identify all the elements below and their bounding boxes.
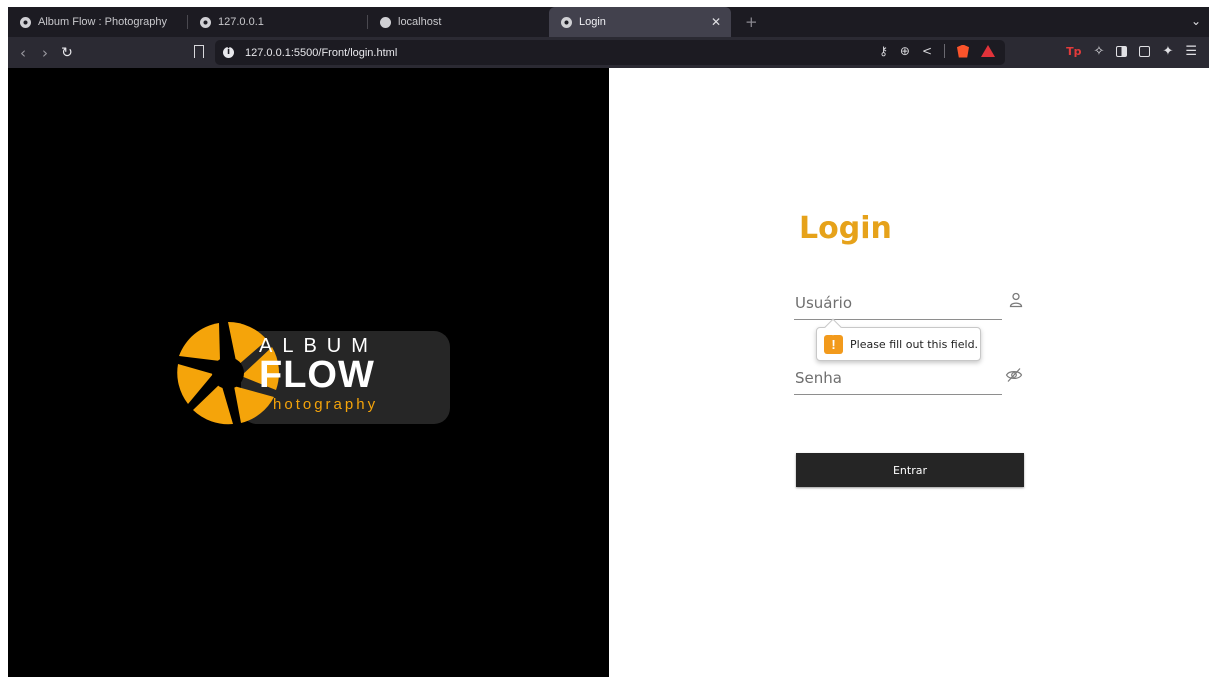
browser-nav-bar: ‹ › ↻ i 127.0.0.1:5500/Front/login.html …	[8, 37, 1209, 68]
menu-icon[interactable]: ☰	[1185, 44, 1197, 59]
user-icon	[1009, 292, 1023, 308]
globe-icon	[200, 16, 211, 28]
wallet-icon[interactable]	[1139, 46, 1151, 57]
browser-tab-bar: Album Flow : Photography 127.0.0.1 local…	[8, 7, 1209, 37]
key-icon[interactable]: ⚷	[879, 44, 888, 58]
password-input[interactable]	[794, 361, 1002, 394]
extensions-puzzle-icon[interactable]: ✧	[1094, 44, 1105, 59]
divider	[944, 44, 945, 58]
album-flow-logo: ALBUM FLOW Photography	[175, 320, 451, 426]
reload-button[interactable]: ↻	[56, 45, 78, 61]
address-text: 127.0.0.1:5500/Front/login.html	[245, 46, 398, 59]
forward-button[interactable]: ›	[34, 44, 56, 62]
back-button[interactable]: ‹	[12, 44, 34, 62]
logo-flow-text: FLOW	[259, 354, 375, 396]
login-submit-button[interactable]: Entrar	[796, 453, 1024, 487]
username-field	[794, 286, 1002, 320]
leo-ai-icon[interactable]: ✦	[1162, 44, 1173, 59]
extension-tp-icon[interactable]: Tp	[1066, 45, 1081, 58]
zoom-icon[interactable]: ⊕	[900, 44, 910, 58]
tab-title: Album Flow : Photography	[38, 16, 168, 28]
logo-photography-text: Photography	[260, 396, 379, 413]
site-icon	[380, 16, 391, 28]
browser-tab-127[interactable]: 127.0.0.1	[188, 7, 368, 37]
site-info-icon[interactable]: i	[223, 47, 234, 58]
login-title: Login	[799, 211, 892, 246]
browser-tab-album-flow[interactable]: Album Flow : Photography	[8, 7, 188, 37]
share-icon[interactable]: <	[922, 44, 932, 58]
eye-slash-icon[interactable]	[1005, 367, 1023, 383]
address-bar[interactable]: i 127.0.0.1:5500/Front/login.html ⚷ ⊕ <	[215, 40, 1005, 65]
bookmark-icon[interactable]	[194, 45, 204, 58]
globe-icon	[561, 16, 572, 28]
sidebar-icon[interactable]	[1116, 46, 1128, 57]
close-tab-icon[interactable]: ✕	[711, 15, 721, 29]
login-panel: Login ! Please fill out this field. Entr…	[609, 68, 1209, 677]
warning-icon: !	[824, 334, 843, 354]
password-field	[794, 361, 1002, 395]
tab-title: Login	[579, 16, 606, 28]
username-input[interactable]	[794, 286, 1002, 319]
globe-icon	[20, 16, 31, 28]
browser-tab-localhost[interactable]: localhost	[368, 7, 548, 37]
tab-list-chevron-icon[interactable]: ⌄	[1191, 14, 1201, 28]
brave-shield-icon[interactable]	[957, 44, 969, 58]
address-actions: ⚷ ⊕ <	[879, 44, 995, 58]
brave-rewards-icon[interactable]	[981, 45, 995, 57]
validation-tooltip: ! Please fill out this field.	[816, 327, 981, 361]
brand-panel: ALBUM FLOW Photography	[8, 68, 609, 677]
tab-title: 127.0.0.1	[218, 16, 264, 28]
new-tab-button[interactable]: +	[745, 13, 758, 31]
validation-message: Please fill out this field.	[850, 337, 979, 351]
browser-tab-login[interactable]: Login ✕	[549, 7, 731, 37]
tab-title: localhost	[398, 16, 442, 28]
extensions-area: Tp ✧ ✦ ☰	[1066, 44, 1197, 59]
